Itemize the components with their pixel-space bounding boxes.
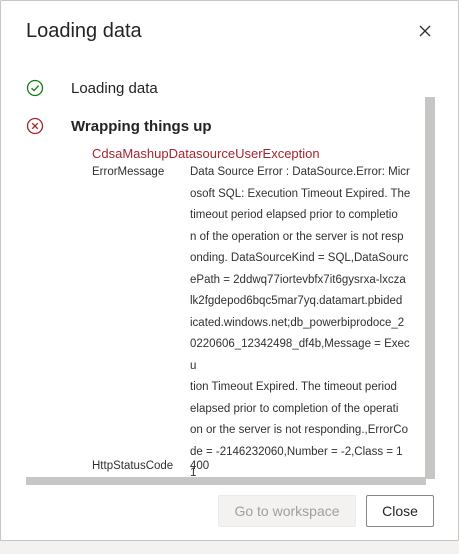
progress-list: Loading data Wrapping things up CdsaMash… [26,63,438,485]
error-message-value: Data Source Error : DataSource.Error: Mi… [190,162,416,485]
close-button[interactable]: Close [366,495,434,527]
error-message-line: elapsed prior to completion of the opera… [190,402,399,415]
close-icon[interactable] [415,21,435,41]
exception-name: CdsaMashupDatasourceUserException [92,146,320,161]
step-label: Wrapping things up [71,117,212,135]
error-message-line: tion Timeout Expired. The timeout period [190,381,397,393]
error-message-line: de = -2146232060,Number = -2,Class = 1 [190,445,403,458]
check-circle-icon [26,79,44,97]
error-message-line: n of the operation or the server is not … [190,230,404,243]
error-message-line: lk2fgdepod6bqc5mar7yq.datamart.pbided [190,295,403,307]
error-message-key: ErrorMessage [92,166,165,178]
error-message-line: 0220606_12342498_df4b,Message = Execu [190,338,410,372]
error-message-line: on or the server is not responding.,Erro… [190,424,408,436]
error-message-line: icated.windows.net;db_powerbiprodoce_2 [190,316,405,329]
error-circle-icon [26,117,44,135]
http-status-value: 400 [190,460,210,472]
error-message-line: timeout period elapsed prior to completi… [190,209,398,221]
error-message-line: ePath = 2ddwq77iortevbfx7it6gysrxa-lxcza [190,273,406,286]
step-label: Loading data [71,79,158,97]
error-message-line: onding. DataSourceKind = SQL,DataSourc [190,252,409,264]
vertical-scrollbar[interactable] [425,97,435,479]
error-message-line: osoft SQL: Execution Timeout Expired. Th… [190,187,411,200]
step-loading-data: Loading data [26,79,158,97]
loading-data-dialog: Loading data Loading data Wrapping thing… [0,0,459,541]
http-status-key: HttpStatusCode [92,460,174,472]
dialog-title: Loading data [26,20,142,42]
horizontal-scrollbar[interactable] [26,477,426,485]
background-page [0,541,459,554]
step-wrapping-up: Wrapping things up [26,117,212,135]
go-to-workspace-button[interactable]: Go to workspace [218,495,356,527]
error-message-line: Data Source Error : DataSource.Error: Mi… [190,166,410,178]
